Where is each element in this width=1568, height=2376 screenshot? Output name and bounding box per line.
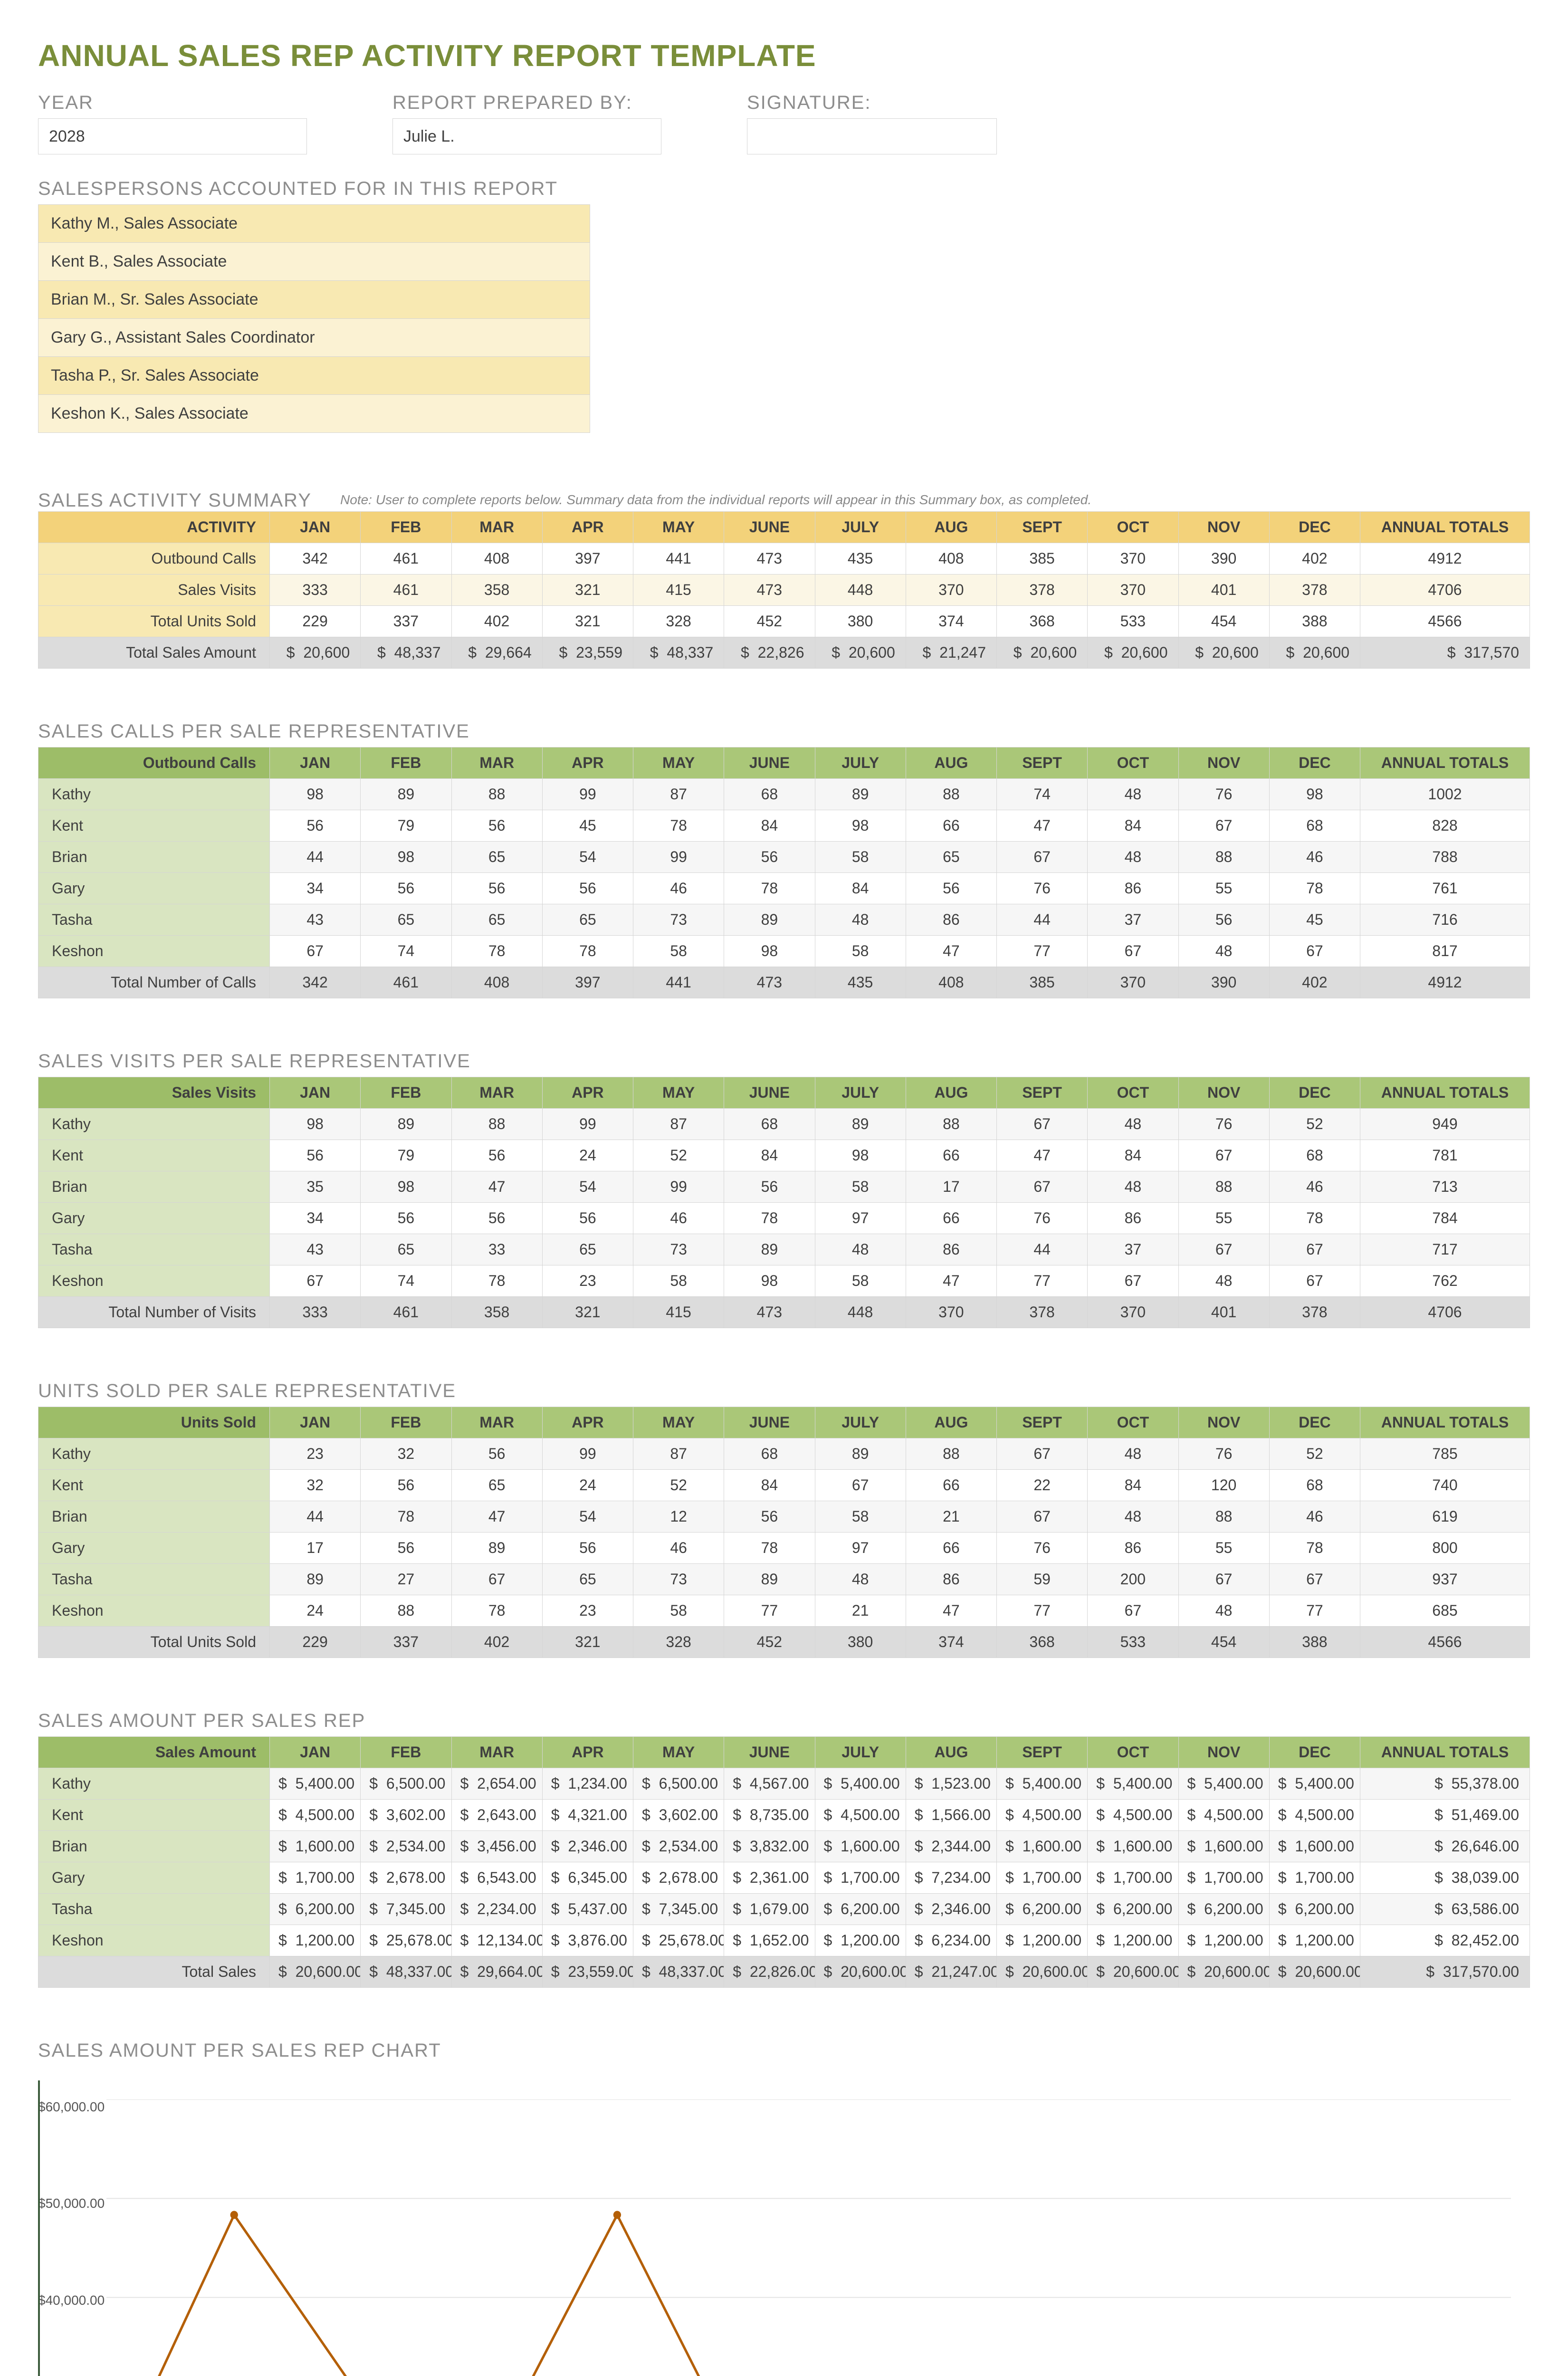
person-row: Brian M., Sr. Sales Associate [38, 280, 590, 318]
calls-title: SALES CALLS PER SALE REPRESENTATIVE [38, 721, 1530, 742]
person-row: Tasha P., Sr. Sales Associate [38, 356, 590, 394]
visits-title: SALES VISITS PER SALE REPRESENTATIVE [38, 1051, 1530, 1072]
signature-input[interactable] [747, 118, 997, 154]
prepared-label: REPORT PREPARED BY: [392, 92, 661, 114]
meta-fields: YEAR 2028 REPORT PREPARED BY: Julie L. S… [38, 92, 1530, 154]
year-input[interactable]: 2028 [38, 118, 307, 154]
signature-label: SIGNATURE: [747, 92, 997, 114]
persons-label: SALESPERSONS ACCOUNTED FOR IN THIS REPOR… [38, 178, 1530, 200]
summary-title: SALES ACTIVITY SUMMARY [38, 490, 312, 511]
person-row: Gary G., Assistant Sales Coordinator [38, 318, 590, 356]
calls-table: Outbound CallsJANFEBMARAPRMAYJUNEJULYAUG… [38, 747, 1530, 998]
person-row: Kathy M., Sales Associate [38, 205, 590, 242]
amount-table: Sales AmountJANFEBMARAPRMAYJUNEJULYAUGSE… [38, 1736, 1530, 1988]
units-title: UNITS SOLD PER SALE REPRESENTATIVE [38, 1380, 1530, 1402]
summary-note: Note: User to complete reports below. Su… [340, 492, 1091, 508]
chart-title: SALES AMOUNT PER SALES REP CHART [38, 2040, 1530, 2061]
units-table: Units SoldJANFEBMARAPRMAYJUNEJULYAUGSEPT… [38, 1407, 1530, 1658]
person-row: Keshon K., Sales Associate [38, 394, 590, 432]
sales-chart [38, 2080, 1530, 2376]
visits-table: Sales VisitsJANFEBMARAPRMAYJUNEJULYAUGSE… [38, 1077, 1530, 1328]
person-row: Kent B., Sales Associate [38, 242, 590, 280]
amount-title: SALES AMOUNT PER SALES REP [38, 1710, 1530, 1732]
summary-table: ACTIVITYJANFEBMARAPRMAYJUNEJULYAUGSEPTOC… [38, 511, 1530, 669]
prepared-input[interactable]: Julie L. [392, 118, 661, 154]
persons-list: Kathy M., Sales AssociateKent B., Sales … [38, 204, 590, 433]
year-label: YEAR [38, 92, 307, 114]
page-title: ANNUAL SALES REP ACTIVITY REPORT TEMPLAT… [38, 38, 1530, 73]
